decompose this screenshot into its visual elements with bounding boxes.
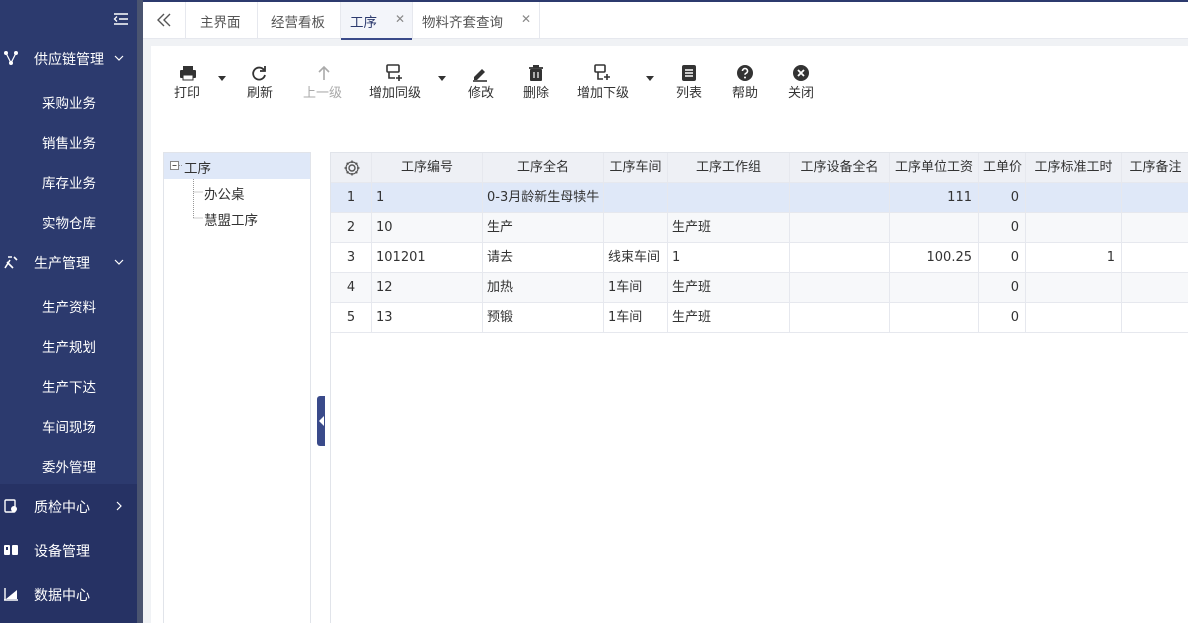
sidebar-group-label: 质检中心 bbox=[34, 500, 90, 516]
add-child-dropdown-caret[interactable] bbox=[646, 76, 654, 81]
add-child-button[interactable]: 增加下级 bbox=[577, 64, 633, 104]
sidebar-group-supply-chain[interactable]: 供应链管理 bbox=[0, 37, 137, 81]
table-row[interactable]: 1 1 0-3月龄新生母犊牛 111 0 bbox=[331, 183, 1188, 213]
refresh-button[interactable]: 刷新 bbox=[247, 64, 277, 104]
gear-icon[interactable] bbox=[343, 159, 361, 177]
printer-icon bbox=[180, 66, 196, 81]
list-icon bbox=[682, 65, 696, 81]
sidebar-group-production[interactable]: 生产管理 bbox=[0, 241, 137, 285]
sidebar-group-equipment[interactable]: 设备管理 bbox=[0, 529, 137, 573]
column-header[interactable]: 工序标准工时 bbox=[1026, 153, 1122, 183]
tab-material-kit-query[interactable]: 物料齐套查询 ✕ bbox=[413, 2, 539, 39]
process-grid: 工序编号 工序全名 工序车间 工序工作组 工序设备全名 工序单位工资 工单价 工… bbox=[330, 152, 1188, 623]
add-sibling-button[interactable]: 增加同级 bbox=[369, 64, 425, 104]
sidebar-group-quality[interactable]: 质检中心 bbox=[0, 485, 137, 529]
sidebar-group-label: 供应链管理 bbox=[34, 52, 104, 68]
tree-node-root[interactable]: 工序 bbox=[184, 157, 211, 177]
refresh-icon bbox=[252, 66, 266, 81]
tree-node-child[interactable]: 办公桌 bbox=[204, 183, 245, 203]
sidebar-scrollbar[interactable] bbox=[137, 0, 143, 623]
process-tree: 工序 办公桌 慧盟工序 bbox=[163, 152, 311, 623]
print-button[interactable]: 打印 bbox=[173, 64, 213, 104]
table-row[interactable]: 3 101201 请去 线束车间 1 100.25 0 1 bbox=[331, 243, 1188, 273]
sidebar-group-label: 数据中心 bbox=[34, 588, 90, 604]
quality-icon bbox=[4, 499, 17, 513]
pencil-icon bbox=[473, 69, 487, 82]
double-chevron-left-icon[interactable] bbox=[155, 11, 173, 29]
supply-chain-icon bbox=[4, 51, 18, 65]
sidebar: 供应链管理 采购业务 销售业务 库存业务 实物仓库 生产管理 生产资料 生产规划… bbox=[0, 0, 137, 623]
column-header[interactable]: 工序编号 bbox=[372, 153, 483, 183]
equipment-icon bbox=[4, 545, 18, 555]
sidebar-item-production-data[interactable]: 生产资料 bbox=[0, 285, 137, 325]
tab-bar: 主界面 经营看板 工序 ✕ 物料齐套查询 ✕ bbox=[143, 0, 1188, 40]
trash-icon bbox=[529, 65, 543, 81]
chevron-down-icon bbox=[114, 55, 124, 61]
grid-header-row: 工序编号 工序全名 工序车间 工序工作组 工序设备全名 工序单位工资 工单价 工… bbox=[331, 153, 1188, 183]
tab-process[interactable]: 工序 ✕ bbox=[341, 2, 412, 40]
sidebar-item-purchase[interactable]: 采购业务 bbox=[0, 81, 137, 121]
list-button[interactable]: 列表 bbox=[675, 64, 705, 104]
column-header[interactable]: 工序车间 bbox=[604, 153, 668, 183]
splitter-collapse-handle[interactable] bbox=[317, 396, 325, 446]
add-node-icon bbox=[386, 64, 402, 81]
table-row[interactable]: 2 10 生产 生产班 0 bbox=[331, 213, 1188, 243]
column-header[interactable]: 工序设备全名 bbox=[790, 153, 890, 183]
up-level-button[interactable]: 上一级 bbox=[303, 64, 345, 104]
column-settings-cell[interactable] bbox=[331, 153, 372, 183]
tab-dashboard[interactable]: 经营看板 bbox=[258, 2, 340, 39]
table-row[interactable]: 4 12 加热 1车间 生产班 0 bbox=[331, 273, 1188, 303]
column-header[interactable]: 工序备注 bbox=[1122, 153, 1188, 183]
sidebar-group-data-center[interactable]: 数据中心 bbox=[0, 573, 137, 617]
sidebar-item-outsourcing[interactable]: 委外管理 bbox=[0, 445, 137, 485]
add-child-node-icon bbox=[594, 64, 610, 80]
column-header[interactable]: 工序单位工资 bbox=[890, 153, 979, 183]
add-sibling-dropdown-caret[interactable] bbox=[438, 76, 446, 81]
close-icon[interactable]: ✕ bbox=[521, 12, 531, 26]
edit-button[interactable]: 修改 bbox=[467, 64, 497, 104]
table-row[interactable]: 5 13 预锻 1车间 生产班 0 bbox=[331, 303, 1188, 333]
tab-home[interactable]: 主界面 bbox=[186, 2, 257, 39]
sidebar-item-production-plan[interactable]: 生产规划 bbox=[0, 325, 137, 365]
column-header[interactable]: 工序全名 bbox=[483, 153, 604, 183]
close-icon[interactable]: ✕ bbox=[395, 12, 405, 26]
arrow-up-icon bbox=[318, 65, 330, 80]
sidebar-item-workshop[interactable]: 车间现场 bbox=[0, 405, 137, 445]
print-dropdown-caret[interactable] bbox=[218, 76, 226, 81]
column-header[interactable]: 工单价 bbox=[979, 153, 1026, 183]
help-icon bbox=[737, 65, 753, 81]
sidebar-item-warehouse[interactable]: 实物仓库 bbox=[0, 201, 137, 241]
delete-button[interactable]: 删除 bbox=[522, 64, 552, 104]
sidebar-item-production-issue[interactable]: 生产下达 bbox=[0, 365, 137, 405]
sidebar-item-inventory[interactable]: 库存业务 bbox=[0, 161, 137, 201]
help-button[interactable]: 帮助 bbox=[731, 64, 761, 104]
production-icon bbox=[4, 256, 18, 269]
close-button[interactable]: 关闭 bbox=[787, 64, 817, 104]
sidebar-group-label: 生产管理 bbox=[34, 256, 90, 272]
close-circle-icon bbox=[793, 65, 809, 81]
content-panel: 打印 刷新 上一级 增加同级 修改 删除 增加下级 列表 帮助 关闭 工序 办公… bbox=[151, 46, 1188, 623]
tree-node-child[interactable]: 慧盟工序 bbox=[204, 209, 258, 229]
chevron-down-icon bbox=[114, 259, 124, 265]
data-center-icon bbox=[4, 588, 18, 601]
sidebar-group-label: 设备管理 bbox=[34, 544, 90, 560]
chevron-right-icon bbox=[116, 501, 122, 511]
tab-divider bbox=[539, 2, 540, 39]
sidebar-item-sales[interactable]: 销售业务 bbox=[0, 121, 137, 161]
column-header[interactable]: 工序工作组 bbox=[668, 153, 790, 183]
collapse-menu-icon[interactable] bbox=[113, 11, 129, 27]
